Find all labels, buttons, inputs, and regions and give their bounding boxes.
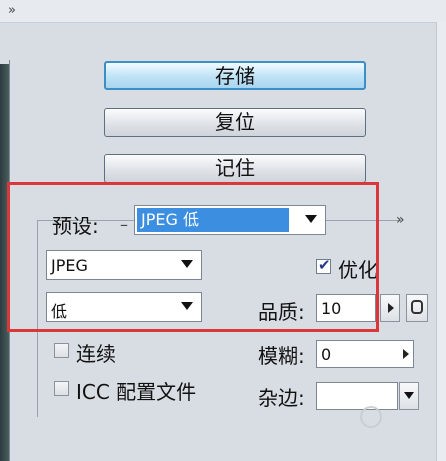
format-dropdown[interactable]: JPEG	[46, 250, 202, 280]
matte-label: 杂边:	[258, 386, 305, 410]
chevron-down-icon	[404, 392, 414, 399]
preset-dropdown[interactable]: JPEG 低	[134, 205, 326, 235]
quality-label: 品质:	[258, 300, 305, 324]
icc-profile-checkbox[interactable]	[54, 381, 69, 396]
quality-value: 10	[321, 299, 342, 318]
optimize-label: 优化	[338, 258, 378, 282]
chevron-down-icon	[181, 302, 193, 310]
checkmark-icon: ✔	[318, 256, 331, 274]
preview-frame-divider	[9, 60, 10, 461]
blur-label: 模糊:	[258, 344, 305, 368]
chevron-down-icon	[305, 215, 317, 223]
blur-value: 0	[321, 345, 332, 364]
quality-input[interactable]: 10	[316, 294, 376, 322]
triangle-right-icon	[403, 349, 409, 359]
compression-value: 低	[51, 302, 68, 321]
watermark-circle-icon	[360, 406, 382, 428]
mask-circle-icon	[411, 300, 423, 314]
watermark-logo	[360, 400, 442, 440]
format-value: JPEG	[51, 256, 88, 275]
compression-dropdown[interactable]: 低	[46, 292, 202, 322]
panel-top-strip: »	[0, 0, 446, 23]
remember-button[interactable]: 记住	[104, 154, 366, 183]
preset-dash: –	[120, 215, 128, 234]
quality-mask-button[interactable]	[406, 294, 428, 322]
collapse-chevron-icon[interactable]: »	[8, 3, 16, 18]
image-preview-edge	[0, 64, 9, 461]
preset-selected-value: JPEG 低	[137, 208, 289, 232]
save-button[interactable]: 存储	[104, 61, 366, 90]
quality-slider-button[interactable]	[380, 294, 400, 322]
right-panel-edge	[436, 22, 446, 461]
blur-input[interactable]: 0	[316, 340, 414, 368]
chevron-down-icon	[181, 260, 193, 268]
continuous-checkbox[interactable]	[54, 343, 69, 358]
icc-profile-label: ICC 配置文件	[76, 380, 197, 404]
optimize-checkbox[interactable]: ✔	[316, 256, 331, 274]
preset-label: 预设:	[52, 214, 99, 238]
triangle-right-icon	[388, 303, 394, 313]
continuous-label: 连续	[76, 342, 116, 366]
reset-button[interactable]: 复位	[104, 108, 366, 137]
panel-menu-icon[interactable]: »	[396, 212, 405, 228]
